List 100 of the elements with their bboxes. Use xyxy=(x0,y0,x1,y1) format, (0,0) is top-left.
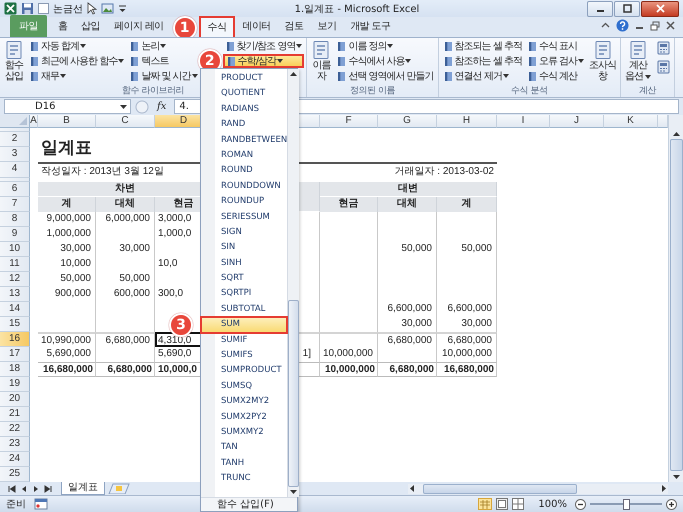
ribbon-button[interactable]: 수식에서 사용 xyxy=(334,54,436,68)
ribbon-tab[interactable]: 삽입 xyxy=(74,15,108,37)
normal-view-icon[interactable] xyxy=(478,498,492,510)
large-ribbon-button[interactable]: 계산 옵션 xyxy=(623,39,654,83)
ribbon-tab[interactable]: 홈 xyxy=(50,15,74,37)
function-menu-item[interactable]: PRODUCT xyxy=(201,71,288,86)
column-header[interactable]: G xyxy=(378,115,437,128)
function-menu-item[interactable]: SUMX2MY2 xyxy=(201,394,288,410)
ribbon-button[interactable]: 선택 영역에서 만들기 xyxy=(334,69,436,83)
function-menu-item[interactable]: SUBTOTAL xyxy=(201,302,288,318)
ribbon-button[interactable]: 재무 xyxy=(27,69,126,83)
ribbon-button[interactable]: 최근에 사용한 함수 xyxy=(27,54,126,68)
save-icon[interactable] xyxy=(21,2,34,15)
function-menu-item[interactable]: RANDBETWEEN xyxy=(201,132,288,148)
row-header[interactable]: 11 xyxy=(0,257,30,272)
row-header[interactable]: 16 xyxy=(0,332,30,347)
close-button[interactable] xyxy=(641,0,679,16)
row-header[interactable]: 13 xyxy=(0,287,30,302)
row-header[interactable]: 18 xyxy=(0,362,30,377)
ribbon-button[interactable]: 논리 xyxy=(127,39,200,53)
row-header[interactable]: 20 xyxy=(0,392,30,407)
ribbon-tab[interactable]: 데이터 xyxy=(235,15,278,37)
large-ribbon-button[interactable]: 조사식 창 xyxy=(587,39,618,83)
column-header[interactable]: H xyxy=(437,115,497,128)
ribbon-tab[interactable]: 검토 xyxy=(278,15,310,37)
collapse-ribbon-icon[interactable] xyxy=(601,21,610,30)
column-header[interactable]: F xyxy=(320,115,378,128)
column-header[interactable]: B xyxy=(38,115,96,128)
row-header[interactable]: 6 xyxy=(0,182,30,197)
ribbon-button[interactable]: 날짜 및 시간 xyxy=(127,69,200,83)
restore-icon[interactable] xyxy=(650,20,660,30)
row-header[interactable]: 15 xyxy=(0,317,30,332)
maximize-button[interactable] xyxy=(614,0,640,16)
function-menu-item[interactable]: SUMXMY2 xyxy=(201,424,288,440)
row-header[interactable]: 4 xyxy=(0,162,30,178)
ribbon-tab[interactable]: 페이지 레이 xyxy=(107,15,171,37)
picture-icon[interactable] xyxy=(101,2,114,15)
scrollbar-thumb[interactable] xyxy=(288,300,300,487)
function-menu-item[interactable]: SUMSQ xyxy=(201,378,288,394)
minimize-button[interactable] xyxy=(587,0,613,16)
row-header[interactable]: 7 xyxy=(0,197,30,212)
row-header[interactable]: 23 xyxy=(0,437,30,452)
ribbon-button[interactable]: 이름 정의 xyxy=(334,39,436,53)
scroll-left-icon[interactable] xyxy=(408,484,417,493)
ribbon-button[interactable]: 수학/삼각 xyxy=(222,54,304,68)
large-ribbon-button[interactable]: 함수 삽입 xyxy=(2,39,26,83)
ribbon-button[interactable]: 수식 계산 xyxy=(525,69,586,83)
function-menu-item[interactable]: SUM xyxy=(201,317,288,333)
ribbon-button[interactable]: 자동 합계 xyxy=(27,39,126,53)
help-icon[interactable] xyxy=(616,19,629,32)
function-menu-item[interactable]: QUOTIENT xyxy=(201,86,288,102)
row-header[interactable]: 8 xyxy=(0,212,30,227)
column-header[interactable]: I xyxy=(497,115,550,128)
zoom-in-icon[interactable] xyxy=(666,498,677,510)
row-header[interactable]: 22 xyxy=(0,422,30,437)
function-menu-item[interactable]: SIN xyxy=(201,240,288,256)
row-header[interactable]: 2 xyxy=(0,132,30,147)
function-menu-item[interactable]: TAN xyxy=(201,440,288,456)
page-break-icon[interactable] xyxy=(512,498,524,510)
zoom-slider-thumb[interactable] xyxy=(623,499,630,510)
ribbon-button[interactable]: 참조되는 셀 추적 xyxy=(440,39,524,53)
row-header[interactable]: 10 xyxy=(0,242,30,257)
row-header[interactable]: 14 xyxy=(0,302,30,317)
column-header[interactable]: C xyxy=(96,115,155,128)
name-box[interactable]: D16 xyxy=(4,99,131,114)
insert-function-item[interactable]: 함수 삽입(F) xyxy=(201,497,297,511)
row-header[interactable]: 24 xyxy=(0,452,30,467)
sheet-nav-icon[interactable] xyxy=(8,484,16,492)
ribbon-button[interactable]: 참조하는 셀 추적 xyxy=(440,54,524,68)
row-header[interactable]: 3 xyxy=(0,147,30,162)
sheet-tab[interactable]: 일계표 xyxy=(61,482,105,495)
function-menu-item[interactable]: ROMAN xyxy=(201,148,288,164)
customize-caret-icon[interactable] xyxy=(118,2,127,14)
ribbon-tab[interactable]: 개발 도구 xyxy=(343,15,398,37)
insert-function-button[interactable]: fx xyxy=(153,101,170,112)
row-header[interactable]: 25 xyxy=(0,467,30,482)
row-header[interactable]: 17 xyxy=(0,347,30,362)
scrollbar-thumb[interactable] xyxy=(670,139,682,471)
column-header[interactable]: J xyxy=(550,115,604,128)
ribbon-button[interactable]: 오류 검사 xyxy=(525,54,586,68)
zoom-out-icon[interactable] xyxy=(575,498,586,510)
close-icon[interactable] xyxy=(666,21,675,30)
page-layout-icon[interactable] xyxy=(496,498,508,510)
sheet-nav-icon[interactable] xyxy=(44,484,52,492)
row-header[interactable]: 21 xyxy=(0,407,30,422)
scroll-right-icon[interactable] xyxy=(659,484,668,493)
function-menu-item[interactable]: SUMX2PY2 xyxy=(201,410,288,425)
column-header[interactable]: K xyxy=(604,115,658,128)
function-menu-item[interactable]: SQRT xyxy=(201,271,288,286)
ribbon-button[interactable]: 찾기/참조 영역 xyxy=(222,39,304,53)
checkbox[interactable] xyxy=(38,3,49,14)
pointer-icon[interactable] xyxy=(87,2,97,15)
macro-record-icon[interactable] xyxy=(34,498,48,510)
function-menu-item[interactable]: TRUNC xyxy=(201,471,288,487)
ribbon-tab[interactable]: 보기 xyxy=(310,15,344,37)
ribbon-button[interactable]: 텍스트 xyxy=(127,54,200,68)
large-ribbon-button[interactable]: 이름 자 xyxy=(309,39,334,83)
row-header[interactable]: 12 xyxy=(0,272,30,287)
scrollbar-thumb[interactable] xyxy=(423,484,577,494)
ribbon-tab[interactable]: 수식 xyxy=(198,16,236,37)
